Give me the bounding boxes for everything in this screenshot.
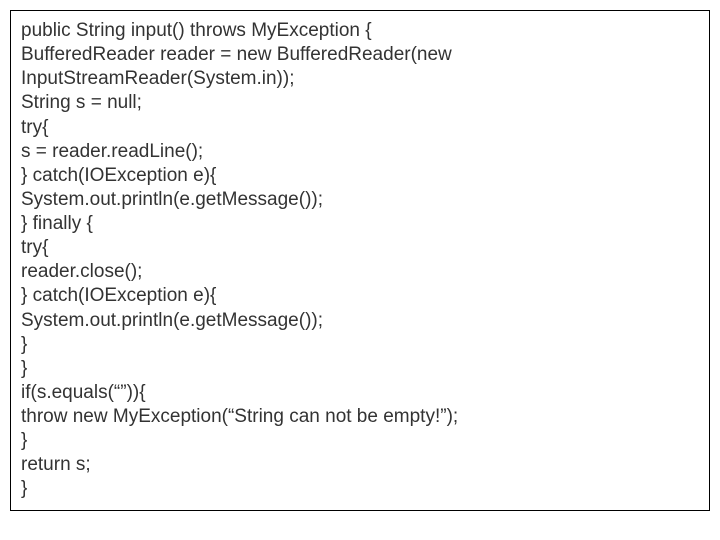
code-line: } [21, 477, 699, 501]
code-block: public String input() throws MyException… [10, 10, 710, 511]
code-line: if(s.equals(“”)){ [21, 381, 699, 405]
code-line: return s; [21, 453, 699, 477]
code-line: System.out.println(e.getMessage()); [21, 188, 699, 212]
code-line: } finally { [21, 212, 699, 236]
code-line: } catch(IOException e){ [21, 164, 699, 188]
code-line: reader.close(); [21, 260, 699, 284]
code-line: throw new MyException(“String can not be… [21, 405, 699, 429]
code-line: try{ [21, 236, 699, 260]
code-line: BufferedReader reader = new BufferedRead… [21, 43, 699, 91]
code-line: } [21, 429, 699, 453]
code-line: } [21, 333, 699, 357]
code-line: } [21, 357, 699, 381]
code-line: s = reader.readLine(); [21, 140, 699, 164]
code-line: String s = null; [21, 91, 699, 115]
code-line: System.out.println(e.getMessage()); [21, 309, 699, 333]
code-line: public String input() throws MyException… [21, 19, 699, 43]
code-line: } catch(IOException e){ [21, 284, 699, 308]
code-line: try{ [21, 116, 699, 140]
